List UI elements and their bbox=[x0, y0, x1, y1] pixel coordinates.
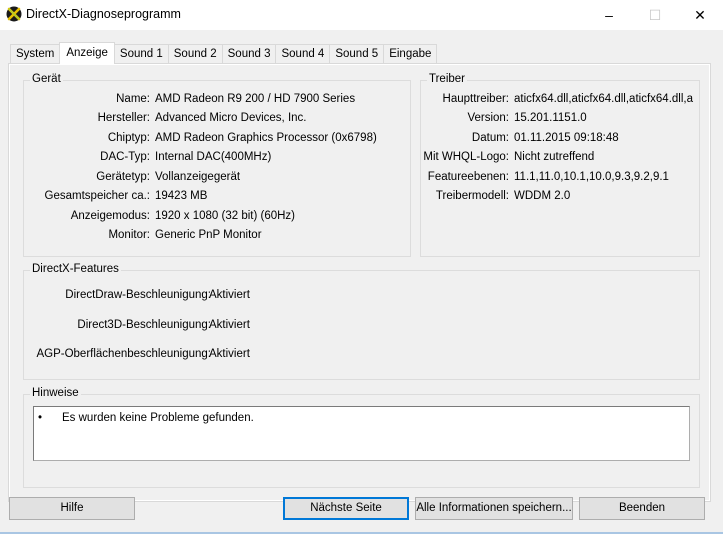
tab-system[interactable]: System bbox=[10, 44, 61, 64]
device-manufacturer-label: Hersteller: bbox=[97, 112, 150, 124]
device-row-name: Name: AMD Radeon R9 200 / HD 7900 Series bbox=[24, 93, 410, 109]
help-button[interactable]: Hilfe bbox=[9, 497, 135, 520]
feature-agp-label: AGP-Oberflächenbeschleunigung: bbox=[36, 348, 211, 360]
tab-sound-1[interactable]: Sound 1 bbox=[113, 44, 169, 64]
device-name-label: Name: bbox=[116, 93, 150, 105]
feature-row-directdraw: DirectDraw-Beschleunigung: Aktiviert bbox=[24, 289, 699, 305]
driver-row-whql: Mit WHQL-Logo: Nicht zutreffend bbox=[421, 151, 699, 167]
maximize-button: ☐ bbox=[632, 0, 678, 30]
notes-group-title: Hinweise bbox=[30, 387, 81, 399]
feature-directdraw-value: Aktiviert bbox=[209, 289, 250, 301]
driver-featurelevels-value: 11.1,11.0,10.1,10.0,9.3,9.2,9.1 bbox=[514, 171, 669, 183]
device-memory-label: Gesamtspeicher ca.: bbox=[44, 190, 150, 202]
maximize-icon: ☐ bbox=[648, 6, 662, 23]
close-icon: ✕ bbox=[694, 6, 706, 23]
tab-eingabe[interactable]: Eingabe bbox=[383, 44, 438, 64]
feature-direct3d-label: Direct3D-Beschleunigung: bbox=[77, 319, 211, 331]
exit-button[interactable]: Beenden bbox=[579, 497, 705, 520]
device-row-monitor: Monitor: Generic PnP Monitor bbox=[24, 229, 410, 245]
driver-version-value: 15.201.1151.0 bbox=[514, 112, 587, 124]
driver-whql-label: Mit WHQL-Logo: bbox=[423, 151, 509, 163]
window-title: DirectX-Diagnoseprogramm bbox=[26, 7, 181, 21]
driver-date-label: Datum: bbox=[471, 132, 509, 144]
device-chiptype-label: Chiptyp: bbox=[107, 132, 150, 144]
feature-direct3d-value: Aktiviert bbox=[209, 319, 250, 331]
title-bar: DirectX-Diagnoseprogramm – ☐ ✕ bbox=[0, 0, 723, 30]
tab-sound-5[interactable]: Sound 5 bbox=[329, 44, 385, 64]
driver-group-title: Treiber bbox=[427, 73, 467, 85]
device-displaymode-label: Anzeigemodus: bbox=[70, 210, 150, 222]
device-row-memory: Gesamtspeicher ca.: 19423 MB bbox=[24, 190, 410, 206]
notes-textbox[interactable]: • Es wurden keine Probleme gefunden. bbox=[33, 406, 690, 461]
driver-main-value: aticfx64.dll,aticfx64.dll,aticfx64.dll,a bbox=[514, 93, 693, 105]
tab-panel-anzeige: Gerät Name: AMD Radeon R9 200 / HD 7900 … bbox=[8, 63, 711, 502]
device-memory-value: 19423 MB bbox=[155, 190, 208, 202]
device-row-dac: DAC-Typ: Internal DAC(400MHz) bbox=[24, 151, 410, 167]
driver-model-label: Treibermodell: bbox=[435, 190, 509, 202]
device-type-label: Gerätetyp: bbox=[96, 171, 150, 183]
device-row-manufacturer: Hersteller: Advanced Micro Devices, Inc. bbox=[24, 112, 410, 128]
driver-group: Treiber Haupttreiber: aticfx64.dll,aticf… bbox=[420, 73, 700, 257]
driver-featurelevels-label: Featureebenen: bbox=[427, 171, 509, 183]
driver-row-main: Haupttreiber: aticfx64.dll,aticfx64.dll,… bbox=[421, 93, 699, 109]
feature-row-direct3d: Direct3D-Beschleunigung: Aktiviert bbox=[24, 319, 699, 335]
dialog-content: System Anzeige Sound 1 Sound 2 Sound 3 S… bbox=[0, 30, 723, 534]
notes-group: Hinweise • Es wurden keine Probleme gefun… bbox=[23, 387, 700, 488]
notes-text: Es wurden keine Probleme gefunden. bbox=[62, 412, 254, 424]
device-displaymode-value: 1920 x 1080 (32 bit) (60Hz) bbox=[155, 210, 295, 222]
tab-anzeige[interactable]: Anzeige bbox=[59, 42, 115, 64]
device-name-value: AMD Radeon R9 200 / HD 7900 Series bbox=[155, 93, 356, 105]
directx-icon bbox=[6, 6, 22, 22]
device-type-value: Vollanzeigegerät bbox=[155, 171, 241, 183]
driver-whql-value: Nicht zutreffend bbox=[514, 151, 595, 163]
device-monitor-value: Generic PnP Monitor bbox=[155, 229, 262, 241]
driver-date-value: 01.11.2015 09:18:48 bbox=[514, 132, 619, 144]
device-manufacturer-value: Advanced Micro Devices, Inc. bbox=[155, 112, 307, 124]
tab-sound-2[interactable]: Sound 2 bbox=[167, 44, 223, 64]
bullet-icon: • bbox=[38, 412, 43, 424]
directx-features-title: DirectX-Features bbox=[30, 263, 121, 275]
driver-main-label: Haupttreiber: bbox=[442, 93, 509, 105]
driver-row-model: Treibermodell: WDDM 2.0 bbox=[421, 190, 699, 206]
driver-version-label: Version: bbox=[467, 112, 509, 124]
driver-row-featurelevels: Featureebenen: 11.1,11.0,10.1,10.0,9.3,9… bbox=[421, 171, 699, 187]
device-dac-label: DAC-Typ: bbox=[100, 151, 150, 163]
feature-agp-value: Aktiviert bbox=[209, 348, 250, 360]
device-dac-value: Internal DAC(400MHz) bbox=[155, 151, 272, 163]
device-row-displaymode: Anzeigemodus: 1920 x 1080 (32 bit) (60Hz… bbox=[24, 210, 410, 226]
tab-sound-4[interactable]: Sound 4 bbox=[275, 44, 331, 64]
device-row-chiptype: Chiptyp: AMD Radeon Graphics Processor (… bbox=[24, 132, 410, 148]
device-group-title: Gerät bbox=[30, 73, 63, 85]
tab-strip: System Anzeige Sound 1 Sound 2 Sound 3 S… bbox=[10, 42, 438, 64]
driver-row-date: Datum: 01.11.2015 09:18:48 bbox=[421, 132, 699, 148]
directx-features-group: DirectX-Features DirectDraw-Beschleunigu… bbox=[23, 263, 700, 380]
save-all-info-button[interactable]: Alle Informationen speichern... bbox=[415, 497, 573, 520]
driver-model-value: WDDM 2.0 bbox=[514, 190, 571, 202]
feature-directdraw-label: DirectDraw-Beschleunigung: bbox=[65, 289, 211, 301]
notes-list-item: • Es wurden keine Probleme gefunden. bbox=[38, 412, 254, 424]
minimize-icon: – bbox=[605, 7, 613, 23]
device-row-devicetype: Gerätetyp: Vollanzeigegerät bbox=[24, 171, 410, 187]
driver-row-version: Version: 15.201.1151.0 bbox=[421, 112, 699, 128]
minimize-button[interactable]: – bbox=[586, 0, 632, 30]
next-page-button[interactable]: Nächste Seite bbox=[283, 497, 409, 520]
device-chiptype-value: AMD Radeon Graphics Processor (0x6798) bbox=[155, 132, 377, 144]
close-button[interactable]: ✕ bbox=[677, 0, 723, 30]
device-monitor-label: Monitor: bbox=[108, 229, 150, 241]
device-group: Gerät Name: AMD Radeon R9 200 / HD 7900 … bbox=[23, 73, 411, 257]
feature-row-agp: AGP-Oberflächenbeschleunigung: Aktiviert bbox=[24, 348, 699, 364]
tab-sound-3[interactable]: Sound 3 bbox=[221, 44, 277, 64]
